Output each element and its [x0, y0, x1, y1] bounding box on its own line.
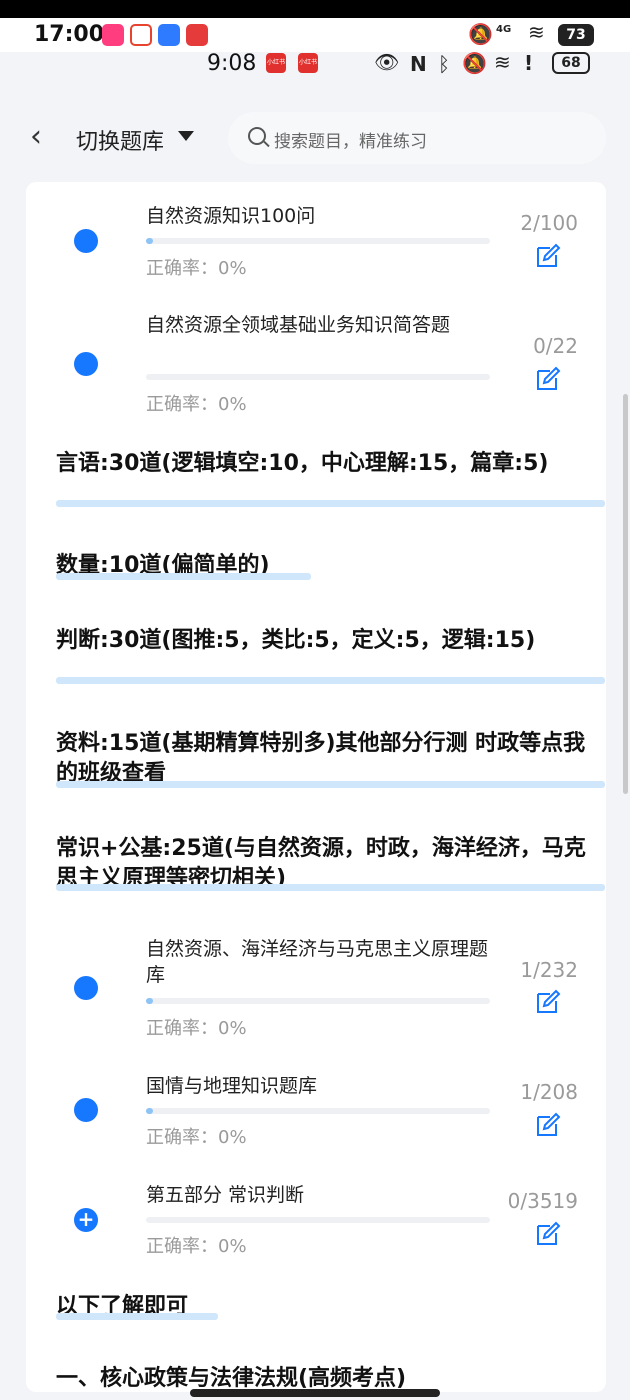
accuracy-label: 正确率：0% — [146, 258, 247, 279]
app-notification-icon — [102, 24, 124, 46]
bank-name[interactable]: 第五部分 常识判断 — [146, 1182, 496, 1208]
nfc-icon: N — [410, 52, 427, 76]
status-time: 17:00 — [34, 22, 105, 47]
expand-plus-icon[interactable]: + — [74, 1208, 98, 1232]
bank-name[interactable]: 国情与地理知识题库 — [146, 1073, 496, 1099]
edit-icon[interactable] — [534, 1111, 562, 1139]
bank-name[interactable]: 自然资源、海洋经济与马克思主义原理题库 — [146, 936, 490, 988]
edit-icon[interactable] — [534, 1220, 562, 1248]
bluetooth-icon: ᛒ — [438, 52, 450, 76]
progress-bar — [146, 1108, 490, 1114]
eye-icon: 👁 — [374, 50, 400, 74]
wifi-icon: ≋ — [494, 50, 511, 74]
progress-bar — [146, 238, 490, 244]
progress-count: 1/208 — [520, 1080, 578, 1104]
bank-name[interactable]: 自然资源全领域基础业务知识简答题 — [146, 312, 490, 338]
caret-down-icon[interactable] — [178, 131, 194, 141]
progress-bar — [146, 998, 490, 1004]
progress-count: 0/22 — [533, 334, 578, 358]
section-heading: 言语:30道(逻辑填空:10，中心理解:15，篇章:5) — [56, 451, 549, 476]
progress-count: 2/100 — [520, 211, 578, 235]
edit-icon[interactable] — [534, 988, 562, 1016]
section-underline — [56, 677, 605, 684]
signal-icon: 4G — [496, 24, 512, 35]
battery-indicator-secondary: 68 — [552, 52, 590, 74]
section-heading: 资料:15道(基期精算特别多)其他部分行测 时政等点我的班级查看 — [56, 731, 586, 786]
top-black-strip — [0, 0, 630, 18]
bank-switch-title[interactable]: 切换题库 — [76, 124, 164, 156]
mute-bell-icon: 🔕 — [462, 51, 487, 75]
app-notification-icon — [158, 24, 180, 46]
app-notification-icon — [186, 24, 208, 46]
progress-bar — [146, 1217, 490, 1223]
mini-app-badge: 小红书 — [298, 53, 318, 73]
battery-indicator: 73 — [558, 24, 594, 46]
bank-status-dot — [74, 352, 98, 376]
progress-bar-fill — [146, 998, 153, 1004]
progress-bar-fill — [146, 238, 153, 244]
mini-app-badge: 小红书 — [266, 53, 286, 73]
mute-bell-icon: 🔕 — [468, 22, 493, 46]
section-heading: 判断:30道(图推:5，类比:5，定义:5，逻辑:15) — [56, 628, 536, 653]
search-icon — [248, 127, 266, 145]
section-underline — [56, 884, 605, 891]
section-underline — [56, 1313, 218, 1320]
app-notification-icon — [130, 24, 152, 46]
accuracy-label: 正确率：0% — [146, 1018, 247, 1039]
wifi-icon: ≋ — [528, 20, 545, 44]
status-time-secondary: 9:08 — [207, 51, 257, 76]
section-underline — [56, 781, 605, 788]
progress-count: 0/3519 — [507, 1189, 578, 1213]
bank-name[interactable]: 自然资源知识100问 — [146, 203, 496, 229]
accuracy-label: 正确率：0% — [146, 394, 247, 415]
home-indicator[interactable] — [190, 1389, 440, 1397]
edit-icon[interactable] — [534, 242, 562, 270]
accuracy-label: 正确率：0% — [146, 1236, 247, 1257]
accuracy-label: 正确率：0% — [146, 1127, 247, 1148]
section-underline — [56, 573, 311, 580]
edit-icon[interactable] — [534, 365, 562, 393]
section-underline — [56, 500, 605, 507]
bank-status-dot — [74, 1098, 98, 1122]
bank-status-dot — [74, 976, 98, 1000]
progress-count: 1/232 — [520, 958, 578, 982]
alert-icon: ! — [524, 51, 534, 75]
search-placeholder: 搜索题目，精准练习 — [274, 132, 427, 152]
bank-status-dot — [74, 229, 98, 253]
scrollbar[interactable] — [623, 394, 628, 794]
back-button[interactable]: ‹ — [30, 122, 42, 152]
progress-bar — [146, 374, 490, 380]
progress-bar-fill — [146, 1108, 153, 1114]
